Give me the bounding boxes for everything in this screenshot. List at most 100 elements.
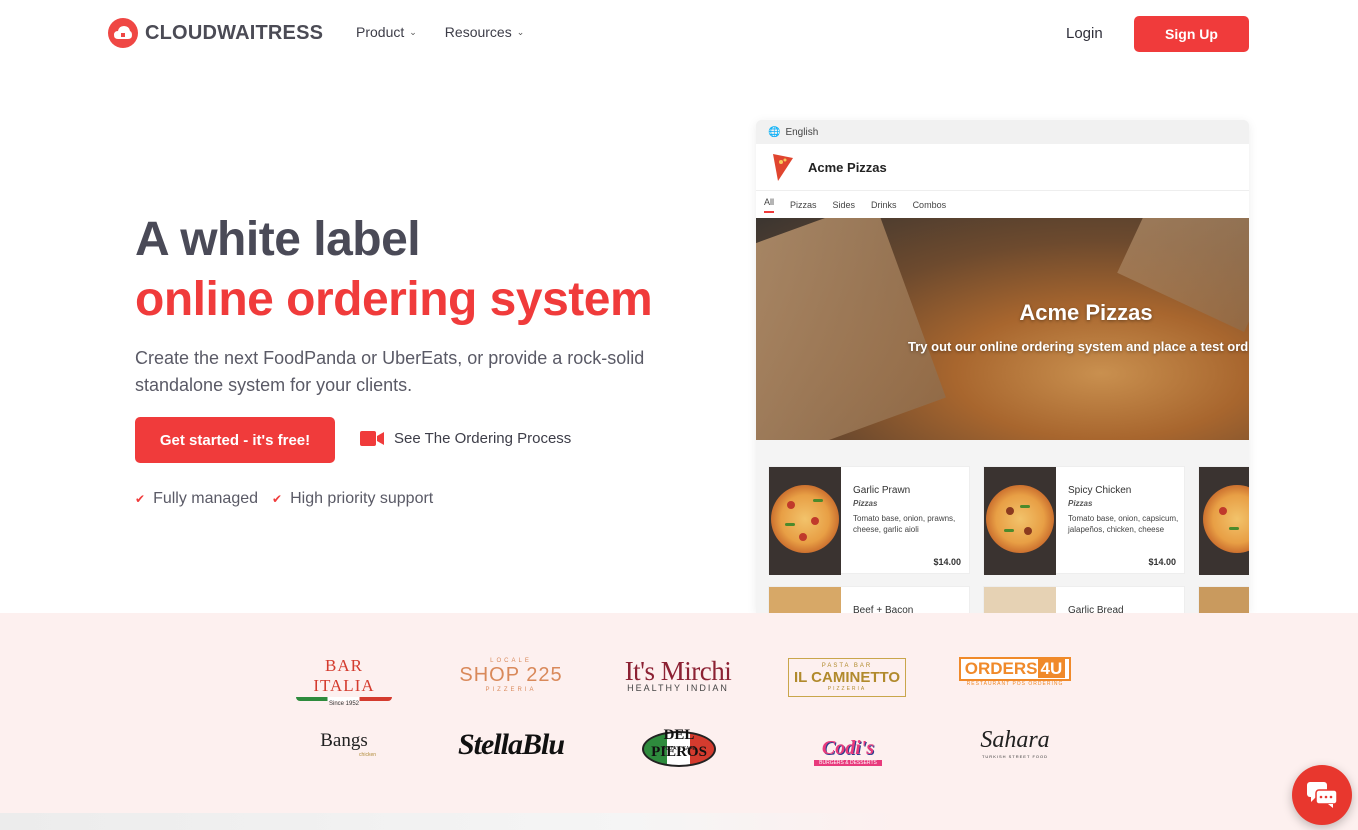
cloud-logo-icon bbox=[108, 18, 138, 48]
menu-tab-drinks[interactable]: Drinks bbox=[871, 200, 897, 210]
logo-badge: 4U bbox=[1037, 659, 1066, 678]
menu-item-category: Pizzas bbox=[853, 499, 878, 508]
menu-card[interactable] bbox=[1198, 466, 1249, 575]
logo-tagline: PIZZERIA bbox=[827, 686, 867, 692]
logo-tagline: HEALTHY INDIAN bbox=[627, 683, 729, 693]
logo-tagline: PIZZA & CAFE bbox=[662, 746, 696, 752]
section-divider bbox=[0, 813, 900, 830]
client-logo-stellablu: StellaBlu bbox=[442, 728, 580, 762]
client-logo-sahara: Sahara TURKISH STREET FOOD bbox=[972, 727, 1058, 759]
client-logo-il-caminetto: PASTA BAR IL CAMINETTO PIZZERIA bbox=[788, 658, 906, 697]
menu-item-description: Tomato base, onion, capsicum, jalapeños,… bbox=[1068, 514, 1179, 534]
feature-checks: ✔ Fully managed ✔ High priority support bbox=[135, 490, 433, 508]
see-ordering-process-link[interactable]: See The Ordering Process bbox=[360, 430, 571, 447]
logo-name: DEL PIEROS bbox=[651, 727, 707, 760]
menu-item-name: Garlic Bread bbox=[1068, 605, 1124, 613]
menu-tab-all[interactable]: All bbox=[764, 197, 775, 213]
store-banner: Acme Pizzas Try out our online ordering … bbox=[756, 218, 1249, 440]
client-logo-codis: Codi's BURGERS & DESSERTS bbox=[814, 727, 882, 766]
hero-title-line1: A white label bbox=[135, 213, 421, 266]
logo-text: CLOUDWAITRESS bbox=[145, 21, 324, 44]
menu-card[interactable]: Beef + Bacon bbox=[768, 586, 970, 613]
check-fully-managed: ✔ Fully managed bbox=[135, 490, 258, 508]
banner-title: Acme Pizzas bbox=[1019, 300, 1153, 325]
menu-tab-combos[interactable]: Combos bbox=[913, 200, 947, 210]
pizza-image bbox=[769, 467, 841, 575]
menu-card[interactable]: Garlic Bread bbox=[983, 586, 1185, 613]
menu-card[interactable] bbox=[1198, 586, 1249, 613]
menu-item-category: Pizzas bbox=[1068, 499, 1093, 508]
see-ordering-process-label: See The Ordering Process bbox=[394, 430, 572, 447]
chat-launcher-button[interactable] bbox=[1292, 765, 1352, 825]
client-logo-its-mirchi: It's Mirchi HEALTHY INDIAN bbox=[608, 656, 748, 693]
logo-tagline: BURGERS & DESSERTS bbox=[814, 760, 882, 766]
logo-name: ORDERS bbox=[964, 659, 1038, 678]
client-logo-bar-italia: BAR ITALIA Since 1952 bbox=[296, 656, 392, 707]
nav-product-label: Product bbox=[356, 24, 405, 40]
client-logos-band bbox=[0, 613, 1358, 830]
pizza-slice-icon bbox=[773, 154, 793, 181]
get-started-button[interactable]: Get started - it's free! bbox=[135, 417, 335, 463]
logo-name: Codi's bbox=[821, 737, 875, 759]
client-logo-del-pieros: DEL PIEROS PIZZA & CAFE bbox=[640, 727, 718, 769]
check-icon: ✔ bbox=[272, 492, 283, 506]
bread-image bbox=[984, 587, 1056, 613]
logo-tagline: chicken bbox=[359, 752, 376, 758]
menu-tab-sides[interactable]: Sides bbox=[833, 200, 856, 210]
logo-name: Sahara bbox=[980, 727, 1050, 753]
logo-name: StellaBlu bbox=[457, 728, 565, 761]
menu-item-price: $14.00 bbox=[933, 557, 961, 567]
login-link[interactable]: Login bbox=[1066, 25, 1103, 42]
pizza-image bbox=[769, 587, 841, 613]
logo-tagline: RESTAURANT POS ORDERING bbox=[966, 681, 1064, 687]
check-label: High priority support bbox=[290, 490, 434, 507]
logo-tagline: PIZZERIA bbox=[485, 687, 537, 693]
site-header: CLOUDWAITRESS Product ⌄ Resources ⌄ Logi… bbox=[0, 0, 1358, 68]
logo-name: IL CAMINETTO bbox=[793, 669, 901, 686]
main-nav: Product ⌄ Resources ⌄ bbox=[356, 24, 524, 40]
client-logo-orders4u: ORDERS 4U RESTAURANT POS ORDERING bbox=[958, 657, 1072, 687]
brand-logo[interactable]: CLOUDWAITRESS bbox=[108, 18, 323, 48]
store-name: Acme Pizzas bbox=[808, 159, 887, 175]
store-header: Acme Pizzas bbox=[756, 144, 1249, 190]
menu-item-name: Spicy Chicken bbox=[1068, 485, 1132, 496]
menu-item-price: $14.00 bbox=[1148, 557, 1176, 567]
logo-name-box: ORDERS 4U bbox=[958, 657, 1072, 681]
logo-name: SHOP 225 bbox=[459, 664, 563, 686]
menu-item-description: Tomato base, onion, prawns, cheese, garl… bbox=[853, 514, 956, 534]
pizza-box-flap bbox=[756, 218, 946, 440]
check-priority-support: ✔ High priority support bbox=[272, 490, 433, 508]
menu-tab-pizzas[interactable]: Pizzas bbox=[790, 200, 817, 210]
language-bar: 🌐 English bbox=[756, 120, 1249, 144]
check-icon: ✔ bbox=[135, 492, 146, 506]
menu-card[interactable]: Spicy Chicken Pizzas Tomato base, onion,… bbox=[983, 466, 1185, 575]
pizza-image bbox=[1199, 467, 1249, 575]
client-logo-bangs: Bangs chicken bbox=[312, 730, 376, 758]
chevron-down-icon: ⌄ bbox=[516, 26, 525, 37]
check-label: Fully managed bbox=[153, 490, 259, 507]
nav-resources-label: Resources bbox=[444, 24, 512, 40]
client-logo-shop-225: LOCALE SHOP 225 PIZZERIA bbox=[455, 658, 567, 693]
chevron-down-icon: ⌄ bbox=[409, 26, 417, 37]
globe-icon: 🌐 bbox=[768, 126, 781, 138]
hero-subtitle: Create the next FoodPanda or UberEats, o… bbox=[135, 348, 645, 395]
logo-tagline: TURKISH STREET FOOD bbox=[981, 754, 1049, 759]
menu-item-name: Garlic Prawn bbox=[853, 485, 911, 496]
menu-card[interactable]: Garlic Prawn Pizzas Tomato base, onion, … bbox=[768, 466, 970, 575]
logo-name: Bangs bbox=[320, 730, 368, 751]
chat-bubble-icon bbox=[1307, 782, 1337, 808]
food-image bbox=[1199, 587, 1249, 613]
menu-tabs: All Pizzas Sides Drinks Combos bbox=[756, 190, 1249, 218]
logo-name: BAR ITALIA bbox=[313, 656, 375, 695]
nav-resources[interactable]: Resources ⌄ bbox=[445, 24, 524, 40]
pizza-image bbox=[984, 467, 1056, 575]
banner-subtitle: Try out our online ordering system and p… bbox=[908, 339, 1249, 354]
nav-product[interactable]: Product ⌄ bbox=[356, 24, 417, 40]
hero-title-line2: online ordering system bbox=[135, 273, 653, 326]
language-label: English bbox=[785, 126, 819, 138]
ordering-app-preview: 🌐 English Acme Pizzas All Pizzas Sides D… bbox=[756, 120, 1249, 613]
signup-button[interactable]: Sign Up bbox=[1134, 16, 1249, 52]
logo-tagline: Since 1952 bbox=[328, 701, 360, 707]
menu-item-name: Beef + Bacon bbox=[853, 605, 914, 613]
video-camera-icon bbox=[360, 431, 384, 446]
